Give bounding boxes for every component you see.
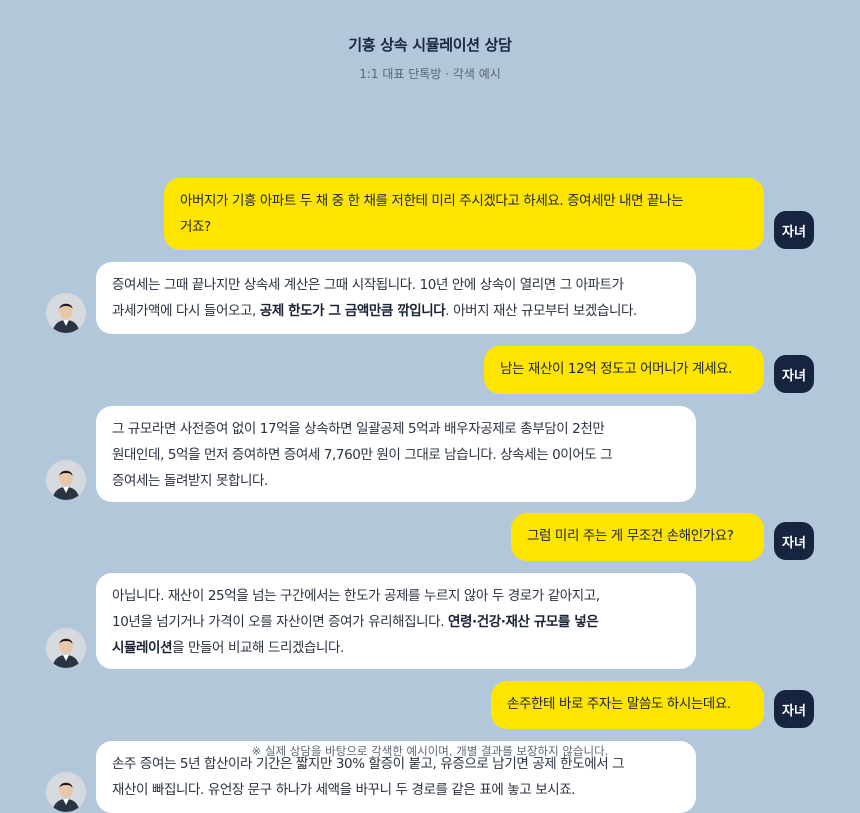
chat-header: 기흥 상속 시뮬레이션 상담 1:1 대표 단톡방 · 각색 예시 xyxy=(0,0,860,82)
user-avatar[interactable]: 자녀 xyxy=(774,690,814,728)
message-line: 아버지가 기흥 아파트 두 채 중 한 채를 저한테 미리 주시겠다고 하세요.… xyxy=(180,193,684,209)
advisor-photo-icon xyxy=(46,460,86,500)
message-line: 재산이 빠집니다. 유언장 문구 하나가 세액을 바꾸니 두 경로를 같은 표에… xyxy=(112,782,576,798)
message-line: 남는 재산이 12억 정도고 어머니가 계세요. xyxy=(500,361,733,377)
message-text: 과세가액에 다시 들어오고, xyxy=(112,303,260,319)
message-text: 10년을 넘기거나 가격이 오를 자산이면 증여가 유리해집니다. xyxy=(112,614,448,630)
message-text: 을 만들어 비교해 드리겠습니다. xyxy=(172,640,344,656)
advisor-avatar[interactable] xyxy=(46,293,86,333)
message-line: 증여세는 그때 끝나지만 상속세 계산은 그때 시작됩니다. 10년 안에 상속… xyxy=(112,277,624,293)
message-line: 아닙니다. 재산이 25억을 넘는 구간에서는 한도가 공제를 누르지 않아 두… xyxy=(112,588,600,604)
user-avatar[interactable]: 자녀 xyxy=(774,355,814,393)
message-line: 그 규모라면 사전증여 없이 17억을 상속하면 일괄공제 5억과 배우자공제로… xyxy=(112,421,605,437)
advisor-photo-icon xyxy=(46,628,86,668)
chat-subtitle: 1:1 대표 단톡방 · 각색 예시 xyxy=(359,67,501,81)
advisor-message-bubble: 증여세는 그때 끝나지만 상속세 계산은 그때 시작됩니다. 10년 안에 상속… xyxy=(96,262,696,334)
chat-title: 기흥 상속 시뮬레이션 상담 xyxy=(348,36,512,54)
message-line: 10년을 넘기거나 가격이 오를 자산이면 증여가 유리해집니다. 연령·건강·… xyxy=(112,609,680,635)
message-line: 원대인데, 5억을 먼저 증여하면 증여세 7,760만 원이 그대로 남습니다… xyxy=(112,447,613,463)
emphasis-text: 연령·건강·재산 규모를 넣은 xyxy=(448,614,599,630)
message-line: 그럼 미리 주는 게 무조건 손해인가요? xyxy=(527,528,734,544)
message-line: 거죠? xyxy=(180,219,211,235)
advisor-avatar[interactable] xyxy=(46,460,86,500)
message-line: 손주한테 바로 주자는 말씀도 하시는데요. xyxy=(507,696,731,712)
message-line: 과세가액에 다시 들어오고, 공제 한도가 그 금액만큼 깎입니다. 아버지 재… xyxy=(112,298,680,324)
advisor-message-bubble: 아닙니다. 재산이 25억을 넘는 구간에서는 한도가 공제를 누르지 않아 두… xyxy=(96,573,696,669)
emphasis-text: 시뮬레이션 xyxy=(112,640,173,656)
advisor-message-bubble: 그 규모라면 사전증여 없이 17억을 상속하면 일괄공제 5억과 배우자공제로… xyxy=(96,406,696,502)
advisor-avatar[interactable] xyxy=(46,772,86,812)
user-avatar[interactable]: 자녀 xyxy=(774,211,814,249)
my-message-bubble: 남는 재산이 12억 정도고 어머니가 계세요. xyxy=(484,346,764,394)
user-avatar[interactable]: 자녀 xyxy=(774,522,814,560)
my-message-bubble: 손주한테 바로 주자는 말씀도 하시는데요. xyxy=(491,681,764,729)
advisor-photo-icon xyxy=(46,772,86,812)
emphasis-text: 공제 한도가 그 금액만큼 깎입니다 xyxy=(259,303,446,319)
message-line: 시뮬레이션을 만들어 비교해 드리겠습니다. xyxy=(112,635,680,661)
my-message-bubble: 아버지가 기흥 아파트 두 채 중 한 채를 저한테 미리 주시겠다고 하세요.… xyxy=(164,178,764,250)
my-message-bubble: 그럼 미리 주는 게 무조건 손해인가요? xyxy=(511,513,764,561)
advisor-photo-icon xyxy=(46,293,86,333)
disclaimer-footnote: ※ 실제 상담을 바탕으로 각색한 예시이며, 개별 결과를 보장하지 않습니다… xyxy=(251,744,609,758)
message-line: 증여세는 돌려받지 못합니다. xyxy=(112,473,268,489)
advisor-avatar[interactable] xyxy=(46,628,86,668)
message-text: . 아버지 재산 규모부터 보겠습니다. xyxy=(445,303,637,319)
